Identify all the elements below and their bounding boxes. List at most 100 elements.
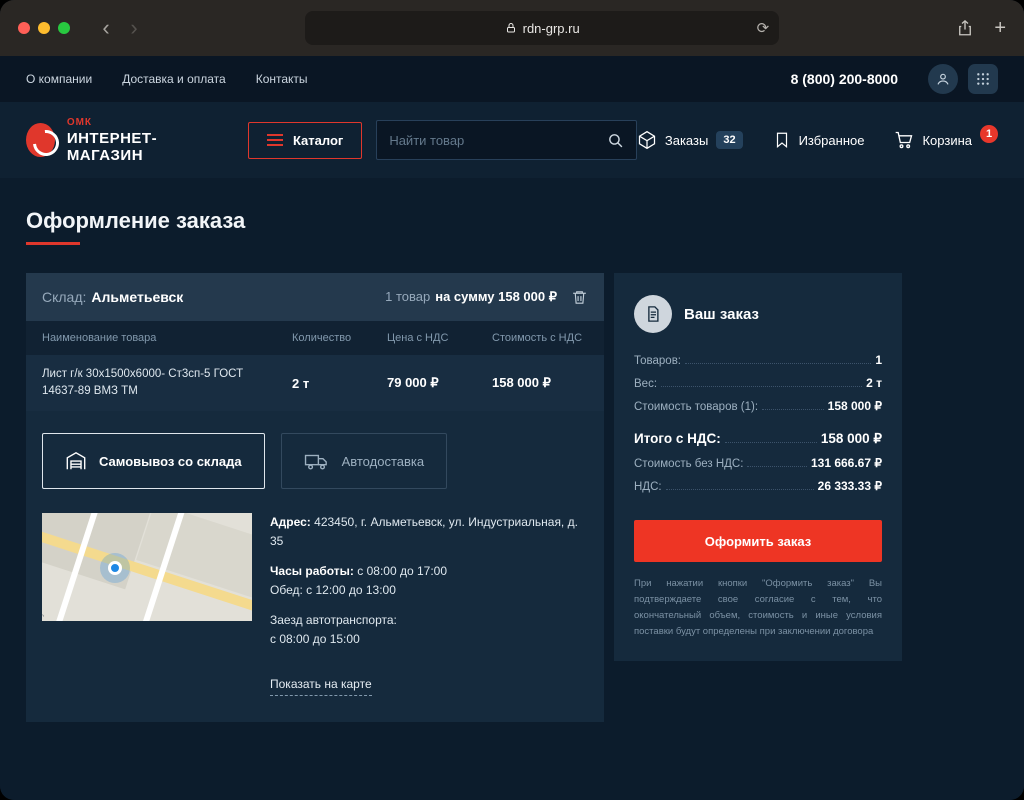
address-label: Адрес: xyxy=(270,515,311,529)
top-utility-nav: О компании Доставка и оплата Контакты 8 … xyxy=(0,56,1024,102)
summary-row-value: 2 т xyxy=(866,376,882,390)
dotted-leader xyxy=(724,442,817,443)
summary-row: НДС: 26 333.33 ₽ xyxy=(634,479,882,493)
logo-text-wrap: ОМК ИНТЕРНЕТ-МАГАЗИН xyxy=(67,117,208,164)
warehouse-icon xyxy=(65,450,87,472)
hours-label: Часы работы: xyxy=(270,564,354,579)
table-header-row: Наименование товара Количество Цена с НД… xyxy=(26,321,604,355)
trash-icon[interactable] xyxy=(571,289,588,306)
col-header-name: Наименование товара xyxy=(42,332,157,344)
cart-label: Корзина xyxy=(922,132,972,148)
warehouse-summary: 1 товар на сумму 158 000 ₽ xyxy=(385,288,588,306)
orders-button[interactable]: Заказы 32 xyxy=(637,130,743,150)
address-bar-wrap: rdn-grp.ru ⟳ xyxy=(148,11,936,45)
address-bar[interactable]: rdn-grp.ru ⟳ xyxy=(305,11,780,45)
table-row: Лист г/к 30х1500х6000- Ст3сп-5 ГОСТ 1463… xyxy=(26,355,604,411)
share-button[interactable] xyxy=(956,19,974,37)
close-window-button[interactable] xyxy=(18,22,30,34)
product-price: 79 000 ₽ xyxy=(387,375,439,390)
summary-row: Вес: 2 т xyxy=(634,376,882,390)
summary-total-label: Итого с НДС: xyxy=(634,431,721,446)
summary-total-row: Итого с НДС: 158 000 ₽ xyxy=(634,431,882,447)
summary-row-value: 131 666.67 ₽ xyxy=(810,456,882,470)
dotted-leader xyxy=(661,386,863,387)
new-tab-button[interactable]: + xyxy=(994,17,1006,40)
browser-window: ‹ › rdn-grp.ru ⟳ + О компании Доставка и… xyxy=(0,0,1024,800)
bookmark-icon xyxy=(773,131,791,149)
tab-autodelivery[interactable]: Автодоставка xyxy=(280,433,448,489)
summary-row-value: 158 000 ₽ xyxy=(827,399,882,413)
dotted-leader xyxy=(762,409,824,410)
reload-button[interactable]: ⟳ xyxy=(757,19,770,37)
tab-pickup[interactable]: Самовывоз со склада xyxy=(42,433,265,489)
site-header: ОМК ИНТЕРНЕТ-МАГАЗИН Каталог Заказы 32 xyxy=(0,102,1024,178)
summary-total-value: 158 000 ₽ xyxy=(820,431,882,446)
show-on-map-link[interactable]: Показать на карте xyxy=(270,675,372,697)
summary-header: Ваш заказ xyxy=(634,295,882,333)
summary-row-value: 1 xyxy=(875,353,882,367)
catalog-button-label: Каталог xyxy=(292,132,344,148)
back-button[interactable]: ‹ xyxy=(92,17,120,39)
warehouse-label: Склад: xyxy=(42,289,87,305)
cart-icon xyxy=(894,130,914,150)
dotted-leader xyxy=(685,363,872,364)
page-body: Оформление заказа Склад: Альметьевск 1 т… xyxy=(0,178,1024,800)
search-box xyxy=(376,120,637,160)
cart-button[interactable]: Корзина 1 xyxy=(894,125,998,150)
pickup-info: ул. Ше Адрес: 423450, г. Альметьевск, ул… xyxy=(26,489,604,697)
address-text: 423450, г. Альметьевск, ул. Индустриальн… xyxy=(270,515,578,548)
nav-link-about[interactable]: О компании xyxy=(26,72,92,86)
orders-label: Заказы xyxy=(664,132,709,148)
apps-grid-button[interactable] xyxy=(968,64,998,94)
dotted-leader xyxy=(747,466,807,467)
logo-caption: ИНТЕРНЕТ-МАГАЗИН xyxy=(66,129,158,164)
summary-row: Стоимость товаров (1): 158 000 ₽ xyxy=(634,399,882,413)
site-logo[interactable]: ОМК ИНТЕРНЕТ-МАГАЗИН xyxy=(26,117,208,164)
favorites-button[interactable]: Избранное xyxy=(773,131,865,149)
product-name: Лист г/к 30х1500х6000- Ст3сп-5 ГОСТ 1463… xyxy=(42,368,244,397)
warehouse-items-count: 1 товар xyxy=(385,289,431,304)
nav-link-delivery[interactable]: Доставка и оплата xyxy=(122,72,226,86)
content-columns: Склад: Альметьевск 1 товар на сумму 158 0… xyxy=(0,245,1024,723)
page-title: Оформление заказа xyxy=(26,208,246,233)
profile-button[interactable] xyxy=(928,64,958,94)
order-card: Склад: Альметьевск 1 товар на сумму 158 0… xyxy=(26,273,604,723)
map-pin xyxy=(108,561,122,575)
submit-order-button[interactable]: Оформить заказ xyxy=(634,520,882,562)
lock-icon xyxy=(505,22,517,34)
warehouse-sum: на сумму 158 000 ₽ xyxy=(435,289,557,304)
search-input[interactable] xyxy=(389,132,607,148)
document-icon xyxy=(634,295,672,333)
phone-number[interactable]: 8 (800) 200-8000 xyxy=(791,71,898,87)
summary-row-label: Стоимость без НДС: xyxy=(634,458,744,470)
map-street-label: ул. Ше xyxy=(42,589,44,617)
forward-button[interactable]: › xyxy=(120,17,148,39)
minimize-window-button[interactable] xyxy=(38,22,50,34)
summary-row-label: Стоимость товаров (1): xyxy=(634,401,759,413)
summary-row-label: Товаров: xyxy=(634,355,681,367)
favorites-label: Избранное xyxy=(798,132,865,148)
order-summary-card: Ваш заказ Товаров: 1 Вес: 2 т Стоимость … xyxy=(614,273,902,661)
product-total: 158 000 ₽ xyxy=(492,375,551,390)
map-thumbnail[interactable]: ул. Ше xyxy=(42,513,252,621)
package-icon xyxy=(637,130,657,150)
summary-row: Стоимость без НДС: 131 666.67 ₽ xyxy=(634,456,882,470)
catalog-button[interactable]: Каталог xyxy=(247,121,363,159)
entry-label: Заезд автотранспорта: xyxy=(270,613,397,628)
url-text: rdn-grp.ru xyxy=(522,20,580,36)
address-info: Адрес: 423450, г. Альметьевск, ул. Индус… xyxy=(270,513,588,697)
traffic-lights xyxy=(18,22,70,34)
nav-link-contacts[interactable]: Контакты xyxy=(256,72,308,86)
col-header-price: Цена с НДС xyxy=(387,332,449,344)
hamburger-icon xyxy=(266,134,283,146)
cart-count-badge: 1 xyxy=(980,125,998,143)
col-header-total: Стоимость с НДС xyxy=(492,332,583,344)
warehouse-name: Альметьевск xyxy=(91,289,184,305)
header-actions: Заказы 32 Избранное Корзина 1 xyxy=(637,125,998,150)
tab-pickup-label: Самовывоз со склада xyxy=(99,453,242,469)
entry-text: с 08:00 до 15:00 xyxy=(270,631,360,646)
orders-count-badge: 32 xyxy=(716,131,743,149)
zoom-window-button[interactable] xyxy=(58,22,70,34)
browser-chrome: ‹ › rdn-grp.ru ⟳ + xyxy=(0,0,1024,56)
search-icon[interactable] xyxy=(607,132,624,149)
